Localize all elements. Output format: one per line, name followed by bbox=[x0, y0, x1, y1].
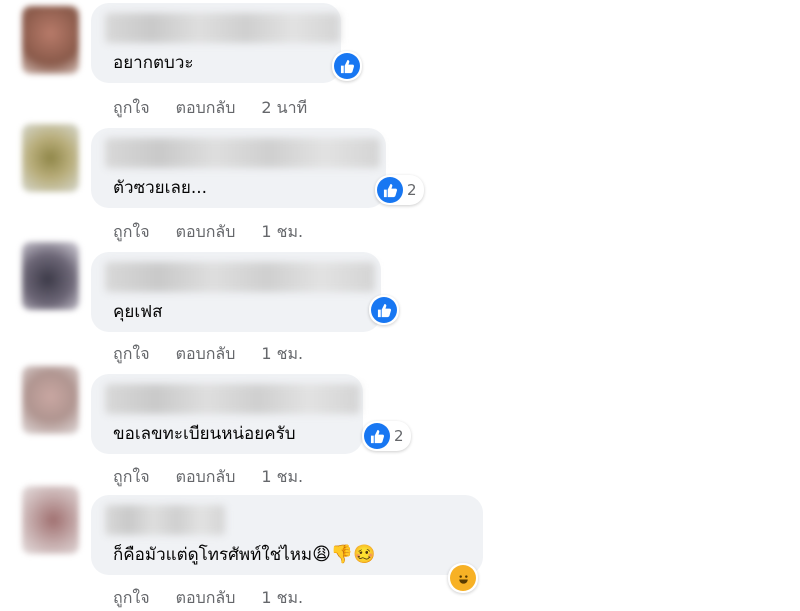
like-reaction-icon bbox=[334, 53, 360, 79]
comment-bubble: อยากตบวะ bbox=[91, 3, 341, 83]
like-reaction-icon bbox=[371, 297, 397, 323]
like-reaction-icon bbox=[364, 423, 390, 449]
like-link[interactable]: ถูกใจ bbox=[113, 342, 150, 367]
reply-link[interactable]: ตอบกลับ bbox=[176, 96, 236, 121]
commenter-name-blurred[interactable] bbox=[105, 262, 375, 292]
comment-bubble: ตัวซวยเลย... bbox=[91, 128, 386, 208]
comment-actions: ถูกใจ ตอบกลับ 1 ชม. bbox=[113, 586, 303, 611]
commenter-name-blurred[interactable] bbox=[105, 505, 225, 535]
reaction-count: 2 bbox=[407, 181, 417, 199]
comment-text: ตัวซวยเลย... bbox=[113, 178, 208, 198]
avatar[interactable] bbox=[22, 124, 79, 192]
avatar[interactable] bbox=[22, 6, 79, 74]
like-link[interactable]: ถูกใจ bbox=[113, 96, 150, 121]
reaction-summary[interactable]: 2 bbox=[362, 421, 411, 451]
commenter-name-blurred[interactable] bbox=[105, 384, 360, 414]
comment-actions: ถูกใจ ตอบกลับ 2 นาที bbox=[113, 96, 307, 121]
comment-actions: ถูกใจ ตอบกลับ 1 ชม. bbox=[113, 342, 303, 367]
comment-bubble: ขอเลขทะเบียนหน่อยครับ bbox=[91, 374, 363, 454]
avatar[interactable] bbox=[22, 486, 79, 554]
timestamp[interactable]: 2 นาที bbox=[261, 96, 307, 121]
reply-link[interactable]: ตอบกลับ bbox=[176, 342, 236, 367]
timestamp[interactable]: 1 ชม. bbox=[261, 342, 303, 367]
avatar[interactable] bbox=[22, 242, 79, 310]
reaction-count: 2 bbox=[394, 427, 404, 445]
timestamp[interactable]: 1 ชม. bbox=[261, 220, 303, 245]
comment-text: คุยเฟส bbox=[113, 302, 163, 322]
reply-link[interactable]: ตอบกลับ bbox=[176, 465, 236, 490]
like-link[interactable]: ถูกใจ bbox=[113, 465, 150, 490]
timestamp[interactable]: 1 ชม. bbox=[261, 465, 303, 490]
reaction-summary[interactable] bbox=[332, 51, 362, 81]
emoji-sequence: 😩👎🥴 bbox=[312, 544, 376, 565]
comment-text: ก็คือมัวแต่ดูโทรศัพท์ใช่ไหม😩👎🥴 bbox=[113, 544, 376, 566]
reaction-summary[interactable] bbox=[369, 295, 399, 325]
like-link[interactable]: ถูกใจ bbox=[113, 220, 150, 245]
comment-bubble: คุยเฟส bbox=[91, 252, 381, 332]
comment-bubble: ก็คือมัวแต่ดูโทรศัพท์ใช่ไหม😩👎🥴 bbox=[91, 495, 483, 575]
reply-link[interactable]: ตอบกลับ bbox=[176, 586, 236, 611]
timestamp[interactable]: 1 ชม. bbox=[261, 586, 303, 611]
reaction-summary[interactable] bbox=[448, 563, 478, 593]
commenter-name-blurred[interactable] bbox=[105, 138, 380, 168]
haha-reaction-icon bbox=[450, 565, 476, 591]
comment-text-body: ก็คือมัวแต่ดูโทรศัพท์ใช่ไหม bbox=[113, 545, 313, 565]
comment-text: ขอเลขทะเบียนหน่อยครับ bbox=[113, 424, 296, 444]
avatar[interactable] bbox=[22, 366, 79, 434]
commenter-name-blurred[interactable] bbox=[105, 13, 340, 43]
reaction-summary[interactable]: 2 bbox=[375, 175, 424, 205]
like-link[interactable]: ถูกใจ bbox=[113, 586, 150, 611]
reply-link[interactable]: ตอบกลับ bbox=[176, 220, 236, 245]
comment-actions: ถูกใจ ตอบกลับ 1 ชม. bbox=[113, 220, 303, 245]
comment-actions: ถูกใจ ตอบกลับ 1 ชม. bbox=[113, 465, 303, 490]
like-reaction-icon bbox=[377, 177, 403, 203]
comment-text: อยากตบวะ bbox=[113, 53, 194, 73]
